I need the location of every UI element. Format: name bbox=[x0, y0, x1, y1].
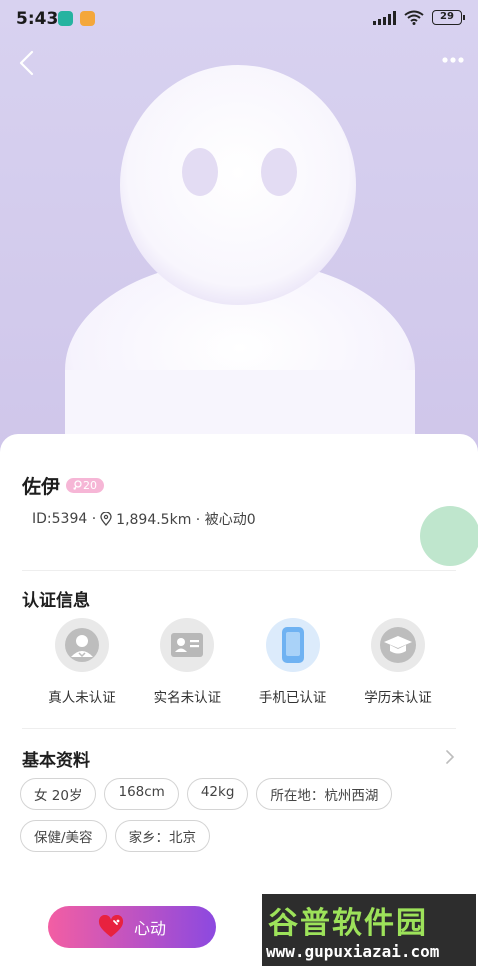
verify-icon-circle bbox=[55, 618, 109, 672]
chevron-right-icon[interactable] bbox=[444, 749, 456, 765]
verify-item-education[interactable]: 学历未认证 bbox=[346, 618, 450, 706]
tag-weight: 42kg bbox=[186, 778, 249, 810]
id-card-icon bbox=[171, 633, 204, 657]
status-bar: 5:43 29 bbox=[0, 0, 478, 38]
profile-meta: ID:5394 · 1,894.5km · 被心动0 bbox=[32, 509, 256, 529]
female-icon bbox=[73, 480, 82, 490]
user-id: ID:5394 · bbox=[32, 511, 97, 527]
age-value: 20 bbox=[83, 479, 98, 492]
user-name: 佐伊 bbox=[22, 476, 61, 498]
verify-icon-circle bbox=[370, 618, 425, 672]
divider bbox=[22, 570, 456, 571]
verify-icon-circle bbox=[160, 618, 215, 672]
tag-gender-age: 女 20岁 bbox=[20, 778, 97, 810]
profile-card: 佐伊 20 ID:5394 · 1,894.5km · 被心动0 认证信息 真人… bbox=[0, 434, 478, 970]
verify-icon-circle bbox=[265, 618, 320, 672]
verification-title: 认证信息 bbox=[22, 591, 90, 611]
verify-item-real-person[interactable]: 真人未认证 bbox=[30, 618, 134, 706]
verify-label: 真人未认证 bbox=[48, 690, 116, 706]
notes-app-icon bbox=[80, 11, 95, 26]
watermark: 谷普软件园 www.gupuxiazai.com bbox=[262, 894, 476, 966]
watermark-url: www.gupuxiazai.com bbox=[266, 942, 440, 961]
tag-height: 168cm bbox=[104, 778, 179, 810]
person-icon bbox=[65, 628, 99, 662]
tag-hometown: 家乡：北京 bbox=[114, 820, 211, 852]
age-badge: 20 bbox=[66, 478, 105, 493]
verify-label: 手机已认证 bbox=[258, 690, 327, 706]
verification-list: 真人未认证 实名未认证 手机已认证 学历未认证 bbox=[30, 618, 450, 706]
graduation-cap-icon bbox=[379, 627, 416, 663]
like-label: 心动 bbox=[133, 919, 166, 938]
tag-location: 所在地：杭州西湖 bbox=[256, 778, 393, 810]
default-avatar-illustration bbox=[65, 65, 415, 460]
watermark-title: 谷普软件园 bbox=[268, 906, 428, 941]
back-arrow-icon[interactable] bbox=[14, 48, 40, 78]
more-options-icon[interactable] bbox=[440, 50, 466, 70]
status-time: 5:43 bbox=[16, 9, 59, 29]
shield-app-icon bbox=[58, 11, 73, 26]
location-pin-icon bbox=[100, 512, 112, 526]
basic-info-title: 基本资料 bbox=[22, 751, 90, 771]
status-indicators: 29 bbox=[373, 10, 465, 25]
verify-item-phone[interactable]: 手机已认证 bbox=[241, 618, 345, 706]
floating-action-bubble[interactable] bbox=[420, 506, 478, 566]
profile-header: 5:43 29 bbox=[0, 0, 478, 460]
name-row: 佐伊 20 bbox=[22, 472, 105, 499]
profile-tags: 女 20岁 168cm 42kg 所在地：杭州西湖 保健/美容 家乡：北京 bbox=[20, 778, 460, 852]
like-button[interactable]: 心动 bbox=[48, 906, 216, 948]
wifi-icon bbox=[404, 10, 424, 25]
heart-icon bbox=[98, 915, 123, 937]
distance-and-likes: 1,894.5km · 被心动0 bbox=[116, 512, 256, 528]
signal-icon bbox=[373, 10, 396, 25]
battery-icon: 29 bbox=[432, 10, 465, 25]
phone-icon bbox=[281, 627, 304, 663]
verify-label: 学历未认证 bbox=[364, 690, 432, 706]
verify-item-real-name[interactable]: 实名未认证 bbox=[135, 618, 239, 706]
tag-occupation: 保健/美容 bbox=[20, 820, 107, 852]
verify-label: 实名未认证 bbox=[153, 690, 222, 706]
divider bbox=[22, 728, 456, 729]
